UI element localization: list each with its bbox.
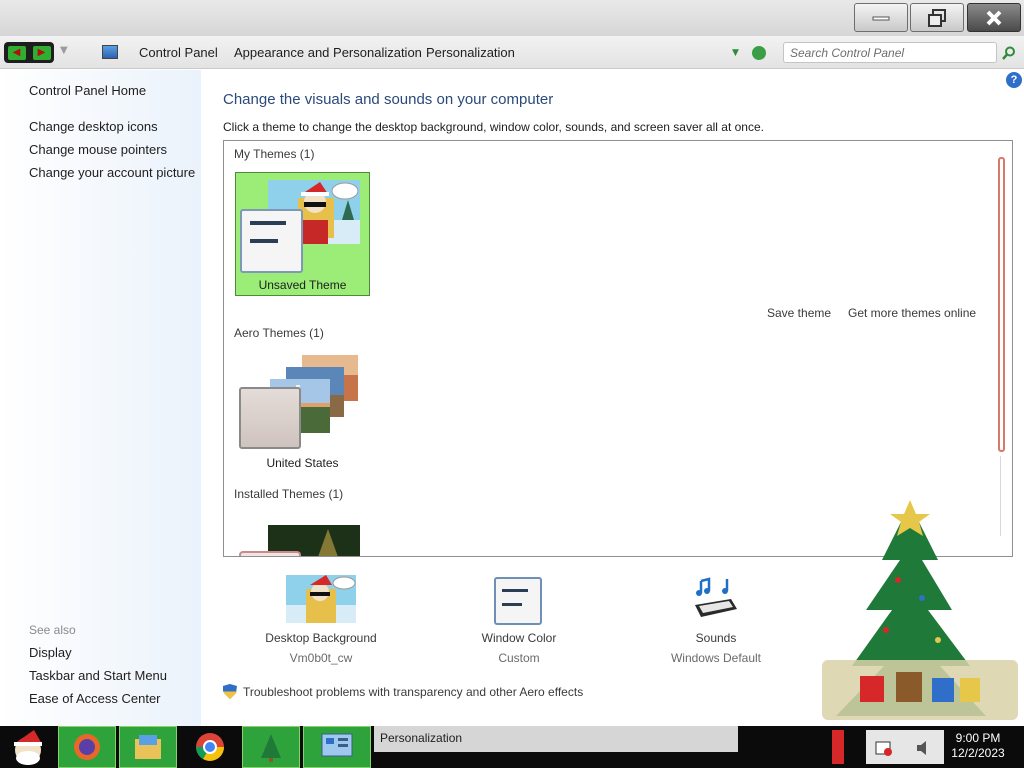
window-color-preview: [239, 387, 301, 449]
taskbar-xmas-tree[interactable]: [242, 726, 300, 768]
taskbar-start-menu-link[interactable]: Taskbar and Start Menu: [29, 668, 167, 683]
breadcrumb-appearance[interactable]: Appearance and Personalization: [234, 45, 422, 60]
display-link[interactable]: Display: [29, 645, 72, 660]
title-bar: [0, 0, 1024, 36]
troubleshoot-link[interactable]: Troubleshoot problems with transparency …: [223, 684, 583, 699]
forward-arrow-icon[interactable]: ▶: [32, 45, 51, 60]
breadcrumb-personalization[interactable]: Personalization: [426, 45, 515, 60]
control-panel-home-link[interactable]: Control Panel Home: [29, 83, 146, 98]
restore-icon: [928, 8, 946, 27]
taskbar-control-panel[interactable]: [303, 726, 371, 768]
window-color-icon: [494, 577, 542, 625]
taskbar-active-task[interactable]: Personalization: [374, 726, 738, 752]
setting-label: Sounds: [695, 631, 737, 645]
scrollbar-thumb[interactable]: [998, 157, 1005, 452]
minimize-icon: [872, 16, 890, 20]
left-pane: Control Panel Home Change desktop icons …: [0, 70, 201, 726]
save-theme-link[interactable]: Save theme: [767, 306, 831, 320]
change-desktop-icons-link[interactable]: Change desktop icons: [29, 119, 158, 134]
search-icon[interactable]: [1002, 46, 1016, 60]
back-arrow-icon[interactable]: ◀: [7, 45, 26, 60]
page-title: Change the visuals and sounds on your co…: [223, 91, 554, 108]
troubleshoot-label: Troubleshoot problems with transparency …: [243, 684, 584, 699]
theme-tile-unsaved[interactable]: Unsaved Theme: [235, 172, 370, 296]
clock-time: 9:00 PM: [955, 731, 1001, 745]
volume-icon: [917, 741, 926, 755]
notification-area[interactable]: [866, 730, 944, 764]
close-button[interactable]: [967, 3, 1021, 32]
help-icon[interactable]: ?: [1006, 72, 1022, 88]
nav-buttons: ◀ ▶: [4, 42, 54, 63]
taskbar: Personalization 9:00 PM 12/2/2023: [0, 726, 1024, 768]
setting-value: Vm0b0t_cw: [289, 651, 353, 665]
santa-start-icon: [14, 730, 42, 765]
setting-value: Windows Default: [670, 651, 762, 665]
window-color-preview: [239, 551, 301, 556]
christmas-tree-widget[interactable]: [800, 480, 1024, 726]
control-panel-icon: [321, 733, 353, 757]
sounds-setting[interactable]: Sounds Windows Default: [646, 575, 786, 665]
aero-themes-heading: Aero Themes (1): [234, 326, 324, 340]
desktop-background-setting[interactable]: Desktop Background Vm0b0t_cw: [251, 575, 391, 665]
desktop-background-icon: [286, 575, 356, 623]
get-more-themes-link[interactable]: Get more themes online: [848, 306, 976, 320]
page-description: Click a theme to change the desktop back…: [223, 120, 764, 134]
sounds-icon: [695, 577, 737, 617]
start-button[interactable]: [0, 726, 56, 768]
see-also-heading: See also: [29, 623, 76, 637]
minimize-button[interactable]: [854, 3, 908, 32]
window-color-setting[interactable]: Window Color Custom: [449, 575, 589, 665]
firefox-icon: [74, 734, 100, 760]
chrome-icon: [196, 733, 224, 761]
taskbar-clock[interactable]: 9:00 PM 12/2/2023: [946, 728, 1010, 766]
refresh-icon[interactable]: [752, 46, 766, 60]
theme-tile-installed[interactable]: [235, 515, 370, 556]
installed-themes-heading: Installed Themes (1): [234, 487, 344, 501]
network-icon: [875, 741, 892, 756]
clock-date: 12/2/2023: [951, 746, 1005, 760]
recent-pages-dropdown-icon[interactable]: ▼: [60, 45, 68, 56]
change-account-picture-link[interactable]: Change your account picture: [29, 165, 195, 180]
tree-icon: [261, 734, 281, 762]
folder-icon: [135, 735, 161, 759]
tray-decoration: [832, 730, 844, 764]
ease-of-access-link[interactable]: Ease of Access Center: [29, 691, 161, 706]
change-mouse-pointers-link[interactable]: Change mouse pointers: [29, 142, 167, 157]
setting-label: Desktop Background: [265, 631, 377, 645]
my-themes-heading: My Themes (1): [234, 147, 315, 161]
theme-name: United States: [266, 456, 339, 470]
setting-value: Custom: [498, 651, 540, 665]
breadcrumb-control-panel[interactable]: Control Panel: [139, 45, 218, 60]
control-panel-icon: [102, 45, 118, 59]
window-color-preview: [240, 209, 303, 273]
theme-tile-united-states[interactable]: United States: [235, 351, 370, 475]
taskbar-firefox[interactable]: [58, 726, 116, 768]
address-bar: ◀ ▶ ▼ Control Panel Appearance and Perso…: [0, 36, 1024, 69]
address-dropdown-icon[interactable]: ▼: [732, 48, 739, 58]
taskbar-chrome[interactable]: [180, 726, 240, 768]
shield-icon: [223, 684, 237, 699]
close-icon: [986, 10, 1002, 25]
search-input[interactable]: Search Control Panel: [783, 42, 997, 63]
taskbar-file-explorer[interactable]: [119, 726, 177, 768]
theme-name: Unsaved Theme: [258, 278, 347, 292]
setting-label: Window Color: [481, 631, 557, 645]
restore-button[interactable]: [910, 3, 964, 32]
